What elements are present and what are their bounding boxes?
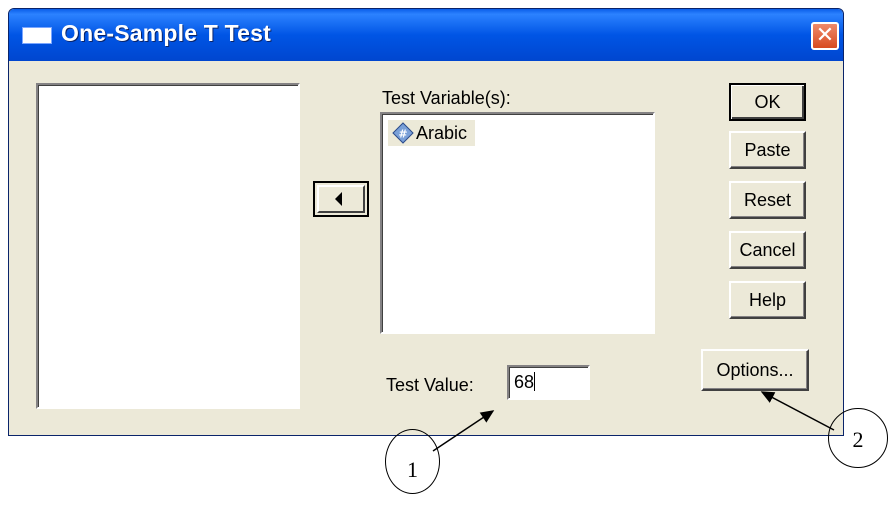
svg-text:#: #: [398, 128, 407, 141]
close-icon: ✕: [815, 23, 835, 48]
ok-button[interactable]: OK: [729, 83, 806, 121]
close-button[interactable]: ✕: [811, 22, 839, 50]
test-value-text: 68: [514, 372, 535, 392]
test-variables-label: Test Variable(s):: [382, 88, 511, 108]
arrow-left-icon: [335, 192, 342, 206]
one-sample-t-test-dialog: One-Sample T Test ✕ Test Variable(s): # …: [8, 8, 844, 436]
window-title: One-Sample T Test: [61, 20, 272, 46]
cancel-button[interactable]: Cancel: [729, 231, 806, 269]
reset-button[interactable]: Reset: [729, 181, 806, 219]
scale-variable-icon: #: [392, 122, 414, 144]
variable-name: Arabic: [416, 122, 468, 143]
annotation-callout-2: 2: [828, 408, 888, 468]
test-value-field[interactable]: 68: [507, 365, 590, 400]
options-button[interactable]: Options...: [701, 349, 809, 391]
text-caret: [534, 372, 536, 391]
help-button[interactable]: Help: [729, 281, 806, 319]
move-variable-button[interactable]: [313, 181, 369, 217]
annotation-callout-1: 1: [385, 429, 440, 494]
paste-button[interactable]: Paste: [729, 131, 806, 169]
test-variables-list[interactable]: # Arabic: [380, 112, 655, 334]
window-icon: [22, 27, 52, 44]
source-variable-list[interactable]: [36, 83, 300, 409]
test-value-label: Test Value:: [386, 375, 474, 395]
title-bar[interactable]: One-Sample T Test ✕: [9, 9, 843, 61]
list-item-arabic[interactable]: # Arabic: [388, 120, 476, 146]
